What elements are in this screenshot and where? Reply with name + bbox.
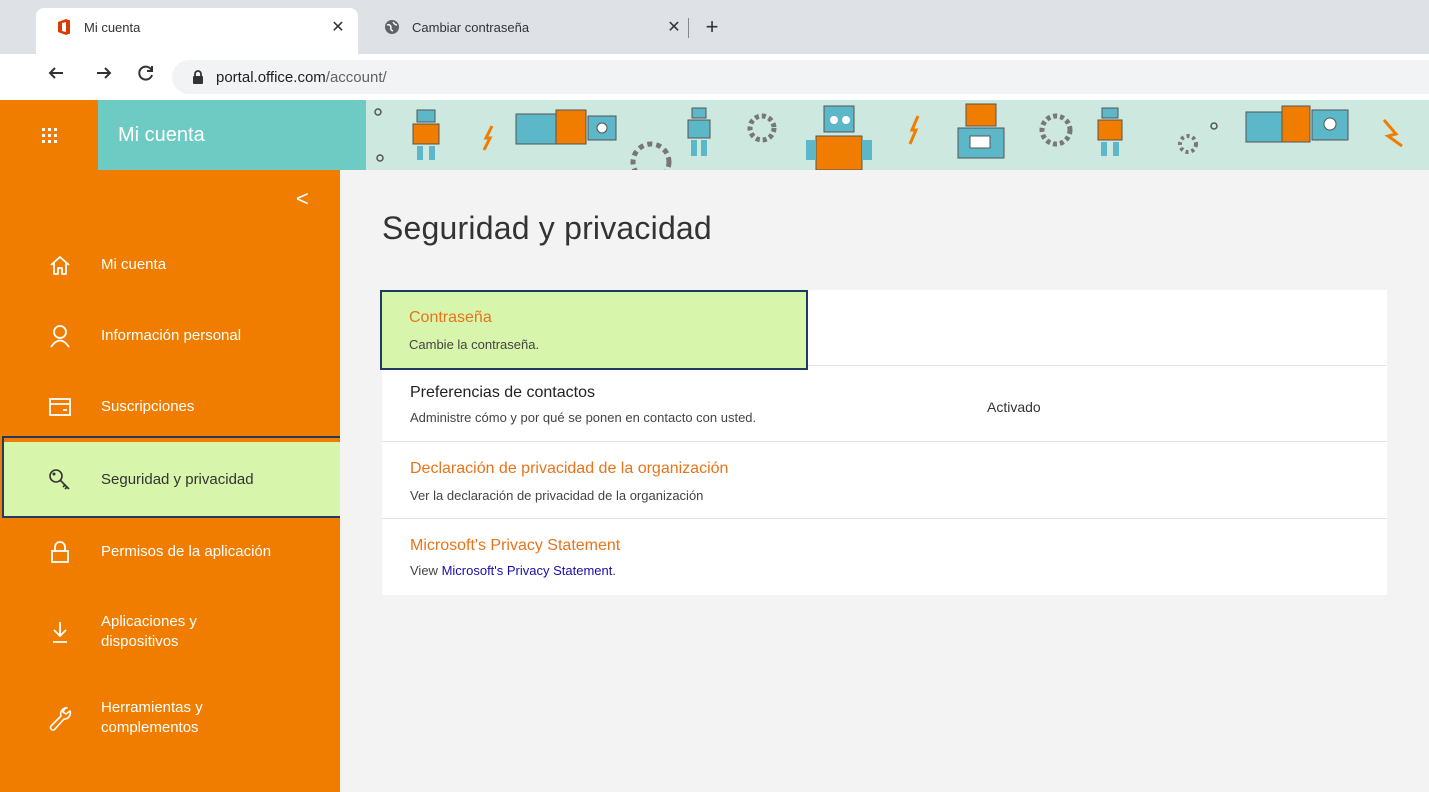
main-content: Seguridad y privacidad Preferencias de c… <box>340 170 1429 792</box>
setting-title[interactable]: Microsoft's Privacy Statement <box>410 537 620 555</box>
tab-title: Mi cuenta <box>84 19 141 35</box>
lock-icon <box>192 70 206 84</box>
label-line: complementos <box>101 719 199 736</box>
person-icon <box>46 324 74 348</box>
sidebar-item-herramientas[interactable]: Herramientas y complementos <box>0 696 340 740</box>
lock-icon <box>46 540 74 564</box>
status-value: Activado <box>987 399 1041 415</box>
privacy-statement-link[interactable]: Microsoft's Privacy Statement <box>442 563 613 578</box>
sidebar-item-label: Permisos de la aplicación <box>101 543 272 560</box>
app-title[interactable]: Mi cuenta <box>98 100 366 170</box>
address-bar-row: portal.office.com/account/ <box>0 54 1429 100</box>
description-suffix: . <box>612 563 616 578</box>
setting-row-ms-privacy[interactable]: Microsoft's Privacy Statement View Micro… <box>382 519 1387 595</box>
sidebar-item-label: Aplicaciones y dispositivos <box>101 612 197 652</box>
label-line: Herramientas y <box>101 699 203 716</box>
sidebar-item-label: Mi cuenta <box>101 256 167 273</box>
sidebar-item-informacion-personal[interactable]: Información personal <box>0 316 340 356</box>
new-tab-icon[interactable]: + <box>700 14 724 40</box>
sidebar-item-seguridad[interactable]: Seguridad y privacidad <box>0 460 340 500</box>
close-tab-icon[interactable]: ✕ <box>328 17 348 37</box>
setting-row-contact-preferences[interactable]: Preferencias de contactos Administre cóm… <box>382 366 1387 442</box>
tab-cambiar-contrasena[interactable]: Cambiar contraseña ✕ <box>364 8 694 46</box>
wrench-icon <box>46 705 74 731</box>
collapse-nav-icon[interactable]: < <box>296 186 309 212</box>
password-highlight-box[interactable]: Contraseña Cambie la contraseña. <box>380 290 808 370</box>
key-icon <box>46 468 74 492</box>
description-prefix: View <box>410 563 442 578</box>
app-launcher-icon[interactable] <box>0 100 98 170</box>
tab-separator <box>688 18 689 38</box>
sidebar-item-label: Herramientas y complementos <box>101 698 203 738</box>
label-line: dispositivos <box>101 633 179 650</box>
tab-mi-cuenta[interactable]: Mi cuenta ✕ <box>36 8 358 54</box>
back-icon[interactable] <box>44 64 68 88</box>
sidebar-item-suscripciones[interactable]: Suscripciones <box>0 387 340 427</box>
sidebar-item-label: Información personal <box>101 327 242 344</box>
sidebar-item-label: Suscripciones <box>101 398 195 415</box>
globe-icon <box>384 19 400 35</box>
sidebar-item-aplicaciones[interactable]: Aplicaciones y dispositivos <box>0 610 340 654</box>
download-icon <box>46 620 74 644</box>
forward-icon[interactable] <box>92 64 116 88</box>
url-path: /account/ <box>325 68 387 86</box>
sidebar-item-mi-cuenta[interactable]: Mi cuenta <box>0 245 340 285</box>
sidebar-item-label: Seguridad y privacidad <box>101 471 254 488</box>
page-title: Seguridad y privacidad <box>382 210 712 246</box>
label-line: Aplicaciones y <box>101 613 197 630</box>
close-tab-icon[interactable]: ✕ <box>664 17 684 37</box>
office-header: Mi cuenta <box>0 100 1429 170</box>
office-icon <box>56 19 72 35</box>
reload-icon[interactable] <box>134 64 158 88</box>
robot-banner-image <box>366 100 1429 170</box>
url-field[interactable]: portal.office.com/account/ <box>172 60 1429 94</box>
tab-title: Cambiar contraseña <box>412 19 530 35</box>
browser-tab-bar: Mi cuenta ✕ Cambiar contraseña ✕ + <box>0 0 1429 54</box>
password-description: Cambie la contraseña. <box>409 337 540 352</box>
sidebar-item-permisos[interactable]: Permisos de la aplicación <box>0 532 340 572</box>
home-icon <box>46 254 74 276</box>
password-title[interactable]: Contraseña <box>409 309 492 327</box>
setting-row-org-privacy[interactable]: Declaración de privacidad de la organiza… <box>382 442 1387 519</box>
url-host: portal.office.com <box>216 68 326 86</box>
setting-description: Ver la declaración de privacidad de la o… <box>410 488 704 503</box>
setting-title[interactable]: Declaración de privacidad de la organiza… <box>410 460 728 478</box>
setting-description: Administre cómo y por qué se ponen en co… <box>410 410 757 425</box>
card-icon <box>46 397 74 417</box>
setting-description: View Microsoft's Privacy Statement. <box>410 563 616 578</box>
setting-title: Preferencias de contactos <box>410 384 595 401</box>
